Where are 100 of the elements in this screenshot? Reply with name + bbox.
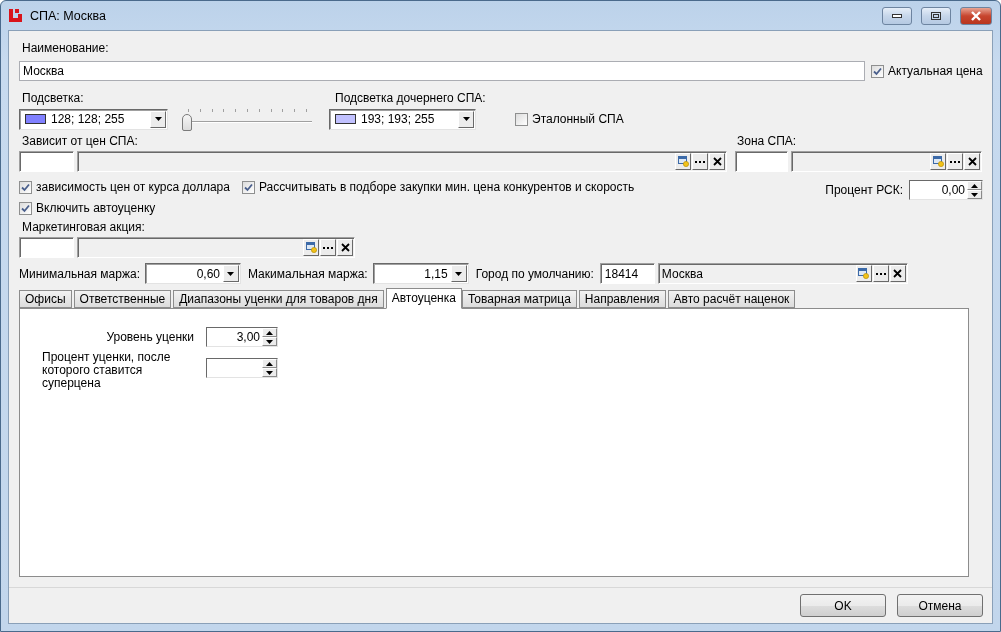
minimize-button[interactable] bbox=[882, 6, 912, 25]
dropdown-button[interactable] bbox=[150, 110, 166, 128]
color-dropdown[interactable]: 128; 128; 255 bbox=[19, 108, 168, 130]
lookup-field[interactable] bbox=[791, 151, 982, 172]
window-title: СПА: Москва bbox=[30, 8, 107, 23]
close-icon bbox=[893, 269, 903, 278]
spin-up-button[interactable] bbox=[967, 181, 982, 190]
tab[interactable]: Товарная матрица bbox=[461, 290, 577, 308]
open-card-button[interactable] bbox=[930, 153, 946, 170]
spin-up-button[interactable] bbox=[262, 328, 277, 337]
more-button[interactable] bbox=[947, 153, 963, 170]
open-card-button[interactable] bbox=[303, 239, 319, 256]
tab[interactable]: Направления bbox=[578, 290, 666, 308]
spin-up-button[interactable] bbox=[262, 359, 277, 368]
check-mark-icon bbox=[21, 182, 30, 192]
slider-track[interactable] bbox=[180, 107, 312, 131]
checkbox-box[interactable] bbox=[19, 180, 32, 194]
field-label: Минимальная маржа: bbox=[19, 266, 140, 281]
minimize-icon bbox=[892, 13, 902, 18]
clear-button[interactable] bbox=[964, 153, 980, 170]
tab[interactable]: Офисы bbox=[19, 290, 72, 308]
spin-down-button[interactable] bbox=[967, 190, 982, 199]
field-label: Город по умолчанию: bbox=[475, 266, 594, 281]
app-logo-icon bbox=[8, 8, 23, 23]
open-card-button[interactable] bbox=[675, 153, 691, 170]
close-icon bbox=[340, 243, 350, 252]
check-mark-icon bbox=[21, 203, 30, 213]
field-label: Уровень уценки bbox=[105, 330, 194, 344]
tab[interactable]: Автоуценка bbox=[385, 288, 462, 309]
checkbox-box[interactable] bbox=[19, 201, 32, 215]
auto-markdown-checkbox[interactable]: Включить автоуценку bbox=[19, 201, 156, 215]
color-dropdown[interactable]: 193; 193; 255 bbox=[329, 108, 476, 130]
ellipsis-icon bbox=[695, 160, 705, 163]
checkbox-box[interactable] bbox=[871, 64, 884, 78]
number-field[interactable]: 3,00 bbox=[206, 327, 278, 347]
more-button[interactable] bbox=[320, 239, 336, 256]
checkbox-box[interactable] bbox=[241, 180, 255, 194]
field-label: Процент РСК: bbox=[825, 183, 903, 197]
code-field[interactable] bbox=[735, 151, 788, 172]
more-button[interactable] bbox=[692, 153, 708, 170]
code-field[interactable]: 18414 bbox=[599, 263, 655, 284]
down-arrow-icon bbox=[266, 339, 273, 344]
ellipsis-icon bbox=[323, 246, 333, 249]
ellipsis-icon bbox=[875, 272, 886, 275]
value-dropdown[interactable]: 0,60 bbox=[145, 263, 241, 284]
maximize-button[interactable] bbox=[921, 6, 951, 25]
slider-thumb[interactable] bbox=[182, 114, 192, 131]
lookup-field[interactable] bbox=[77, 237, 355, 258]
code-field[interactable] bbox=[19, 151, 74, 172]
down-arrow-icon bbox=[266, 370, 273, 375]
field-label: Подсветка: bbox=[22, 91, 85, 105]
caret-icon bbox=[154, 117, 162, 121]
field-label: Макимальная маржа: bbox=[248, 266, 368, 281]
field-label: Процент уценки, после которого ставится суперцена bbox=[41, 351, 172, 390]
card-icon bbox=[305, 242, 317, 253]
spin-down-button[interactable] bbox=[262, 368, 277, 377]
name-field[interactable]: Москва bbox=[19, 61, 865, 81]
close-icon bbox=[970, 10, 982, 21]
tab[interactable]: Авто расчёт наценок bbox=[667, 290, 796, 308]
code-field[interactable] bbox=[19, 237, 74, 258]
open-card-button[interactable] bbox=[855, 265, 872, 282]
card-icon bbox=[858, 268, 870, 279]
field-label: Зона СПА: bbox=[737, 134, 797, 148]
competitor-price-checkbox[interactable]: Рассчитывать в подборе закупки мин. цена конкурентов и скорость bbox=[241, 180, 635, 194]
close-icon bbox=[967, 157, 977, 166]
field-label: Зависит от цен СПА: bbox=[22, 134, 139, 148]
clear-button[interactable] bbox=[709, 153, 725, 170]
reference-spa-checkbox[interactable]: Эталонный СПА bbox=[515, 112, 624, 126]
number-field[interactable]: 0,00 bbox=[909, 180, 983, 200]
dropdown-button[interactable] bbox=[223, 265, 239, 282]
up-arrow-icon bbox=[266, 330, 273, 335]
dollar-rate-checkbox[interactable]: зависимость цен от курса доллара bbox=[19, 180, 230, 194]
more-button[interactable] bbox=[872, 265, 889, 282]
up-arrow-icon bbox=[971, 183, 978, 188]
actual-price-checkbox[interactable]: Актуальная цена bbox=[871, 64, 983, 78]
close-icon bbox=[712, 157, 722, 166]
dropdown-button[interactable] bbox=[458, 110, 474, 128]
tab[interactable]: Ответственные bbox=[73, 290, 172, 308]
down-arrow-icon bbox=[971, 192, 978, 197]
up-arrow-icon bbox=[266, 361, 273, 366]
value-dropdown[interactable]: 1,15 bbox=[372, 263, 469, 284]
close-button[interactable] bbox=[960, 6, 992, 25]
lookup-field[interactable]: Москва bbox=[657, 263, 908, 284]
check-mark-icon bbox=[243, 182, 253, 192]
dropdown-button[interactable] bbox=[450, 265, 467, 282]
lookup-field[interactable] bbox=[77, 151, 727, 172]
caret-icon bbox=[455, 271, 463, 276]
field-label: Наименование: bbox=[22, 41, 109, 55]
ok-button[interactable]: OK bbox=[800, 594, 886, 617]
clear-button[interactable] bbox=[889, 265, 906, 282]
caret-icon bbox=[227, 271, 235, 276]
field-label: Подсветка дочернего СПА: bbox=[335, 91, 486, 105]
spin-down-button[interactable] bbox=[262, 337, 277, 346]
ellipsis-icon bbox=[950, 160, 960, 163]
field-label: Маркетинговая акция: bbox=[22, 220, 145, 234]
cancel-button[interactable]: Отмена bbox=[897, 594, 983, 617]
checkbox-box[interactable] bbox=[515, 112, 528, 126]
tab[interactable]: Диапазоны уценки для товаров дня bbox=[173, 290, 384, 308]
clear-button[interactable] bbox=[337, 239, 353, 256]
number-field[interactable] bbox=[206, 358, 278, 378]
